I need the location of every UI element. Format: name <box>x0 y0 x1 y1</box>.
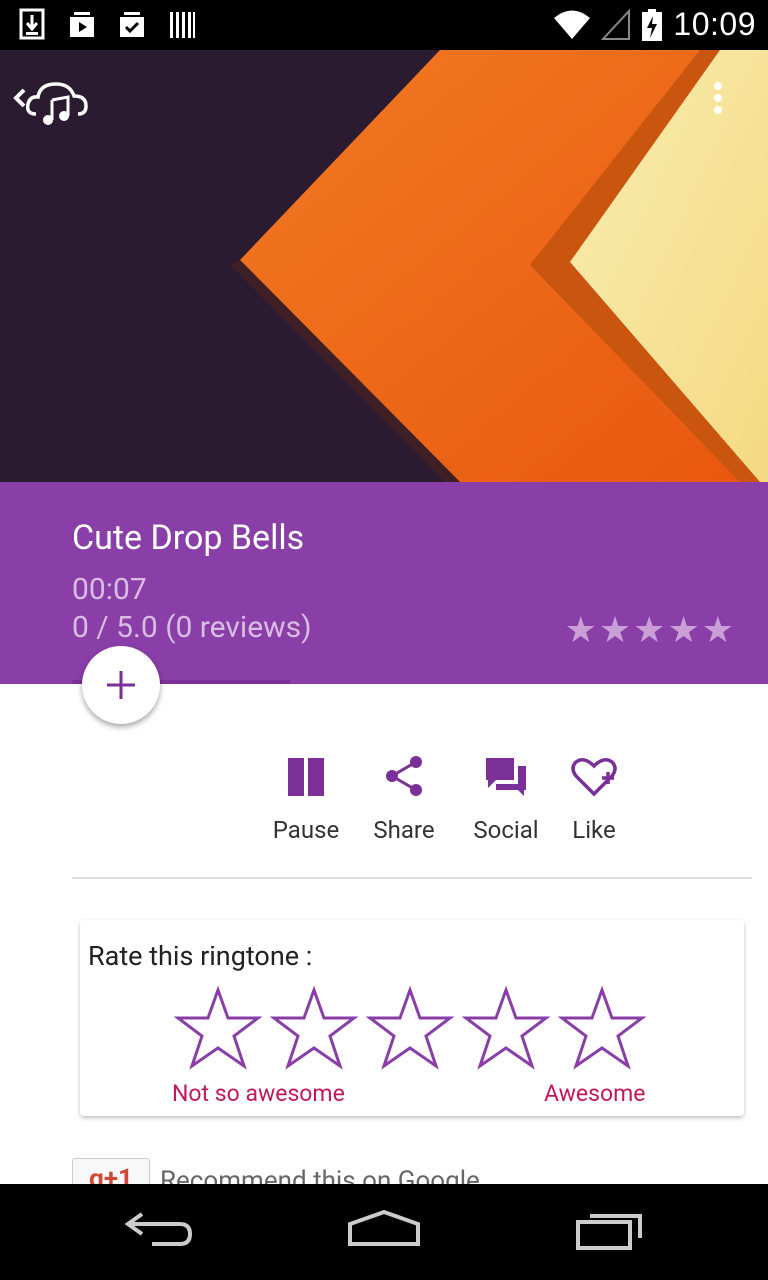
wifi-icon <box>554 10 591 39</box>
signal-icon <box>601 8 631 40</box>
share-label: Share <box>373 816 435 844</box>
rating-high-label: Awesome <box>544 1080 646 1107</box>
status-time: 10:09 <box>673 6 756 42</box>
album-artwork <box>0 50 768 482</box>
star-icon: ★ <box>667 609 700 651</box>
share-icon <box>386 756 422 796</box>
navigation-bar <box>0 1184 768 1280</box>
star-outline-icon[interactable] <box>270 986 358 1070</box>
status-bar: 10:09 <box>0 0 768 50</box>
social-button[interactable]: Social <box>470 752 542 844</box>
divider <box>72 877 752 879</box>
chat-icon <box>486 758 526 796</box>
overflow-menu-icon[interactable] <box>708 78 728 118</box>
back-button[interactable] <box>6 70 96 130</box>
star-outline-icon[interactable] <box>366 986 454 1070</box>
cloud-music-icon <box>25 82 88 125</box>
star-icon: ★ <box>598 609 632 651</box>
heart-add-icon <box>571 758 617 797</box>
rating-low-label: Not so awesome <box>172 1080 345 1107</box>
download-icon <box>19 8 45 40</box>
like-button[interactable]: Like <box>566 752 622 844</box>
home-nav-icon[interactable] <box>346 1208 422 1252</box>
share-button[interactable]: Share <box>370 752 438 844</box>
ringtone-duration: 00:07 <box>72 572 147 607</box>
action-bar: Pause Share Social Like <box>0 752 768 852</box>
back-chevron-icon <box>13 88 26 108</box>
add-icon <box>107 671 135 699</box>
artwork-graphic <box>0 50 768 482</box>
ringtone-title: Cute Drop Bells <box>72 518 305 558</box>
star-outline-icon[interactable] <box>462 986 550 1070</box>
pause-label: Pause <box>272 816 340 844</box>
rating-summary: 0 / 5.0 (0 reviews) <box>72 610 312 645</box>
rate-card: Rate this ringtone : Not so awesome Awes… <box>80 920 744 1116</box>
rating-input[interactable] <box>174 986 646 1070</box>
star-icon: ★ <box>701 609 734 651</box>
add-ringtone-button[interactable] <box>82 646 160 724</box>
recents-nav-icon[interactable] <box>574 1208 646 1252</box>
pause-icon <box>288 758 324 796</box>
star-icon: ★ <box>564 609 597 651</box>
rate-title: Rate this ringtone : <box>88 940 313 972</box>
social-label: Social <box>473 816 539 844</box>
like-label: Like <box>572 816 616 844</box>
battery-charging-icon <box>642 8 663 41</box>
task-done-icon <box>120 12 144 37</box>
average-rating-stars: ★ ★ ★ ★ ★ <box>565 612 734 648</box>
star-outline-icon[interactable] <box>558 986 646 1070</box>
star-outline-icon[interactable] <box>174 986 262 1070</box>
media-upload-icon <box>70 12 94 37</box>
barcode-icon <box>170 12 195 38</box>
star-icon: ★ <box>633 609 666 651</box>
back-nav-icon[interactable] <box>124 1208 196 1248</box>
pause-button[interactable]: Pause <box>272 752 340 844</box>
